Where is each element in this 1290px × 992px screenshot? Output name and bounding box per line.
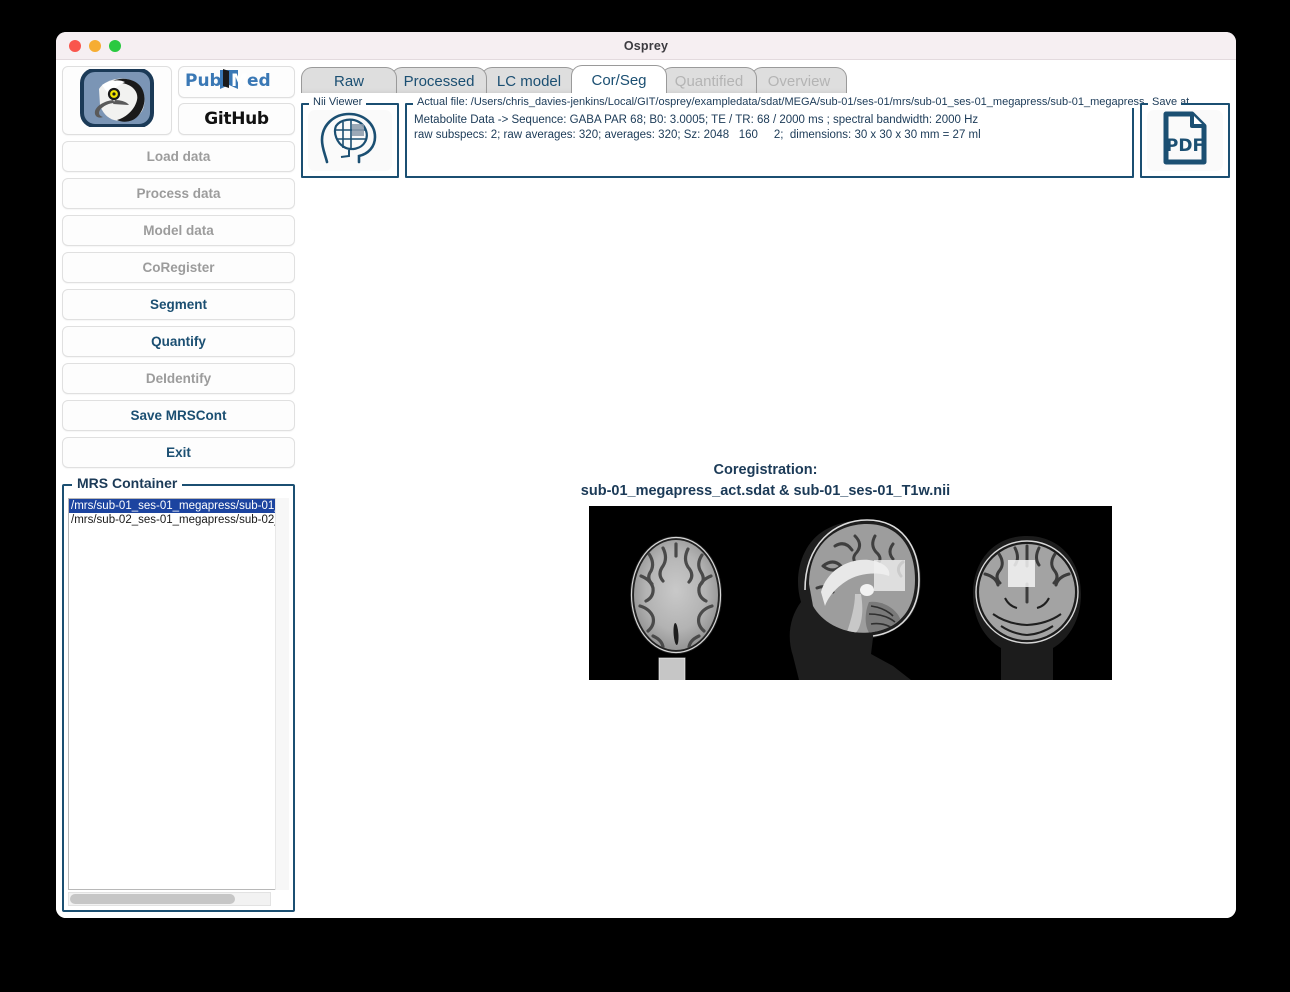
tab-raw[interactable]: Raw <box>301 67 397 94</box>
window-titlebar: Osprey <box>56 32 1236 60</box>
osprey-logo-icon <box>69 68 165 132</box>
coronal-slice-image <box>943 506 1112 680</box>
save-legend: Save <box>1148 96 1182 108</box>
pubmed-logo-icon: Pub M ed <box>185 68 289 97</box>
save-mrscont-button[interactable]: Save MRSCont <box>62 400 295 431</box>
mrs-container-vertical-scrollbar[interactable] <box>275 498 289 890</box>
coregister-button[interactable]: CoRegister <box>62 252 295 283</box>
tab-bar: Raw Processed LC model Cor/Seg Quantifie… <box>301 64 1230 94</box>
svg-text:ed: ed <box>247 71 271 91</box>
zoom-window-button[interactable] <box>109 39 121 52</box>
tab-lc-model[interactable]: LC model <box>481 67 577 94</box>
github-link-button[interactable]: GitHub <box>178 103 295 135</box>
mrs-container-legend: MRS Container <box>72 475 183 491</box>
main-content: Raw Processed LC model Cor/Seg Quantifie… <box>295 60 1236 918</box>
load-data-button[interactable]: Load data <box>62 141 295 172</box>
axial-slice-image <box>589 506 763 680</box>
actual-file-group: Actual file: /Users/chris_davies-jenkins… <box>405 96 1194 178</box>
mrs-container-group: MRS Container /mrs/sub-01_ses-01_megapre… <box>62 475 295 912</box>
save-group: Save PDF <box>1140 96 1230 178</box>
mrs-container-horizontal-scrollbar[interactable] <box>68 892 271 906</box>
nii-viewer-legend: Nii Viewer <box>309 96 367 108</box>
voxel-overlay-coronal <box>1008 560 1035 587</box>
svg-text:M: M <box>231 71 248 91</box>
osprey-app-window: Osprey Pub M ed GitHub Load data Process… <box>56 32 1236 918</box>
list-item[interactable]: /mrs/sub-02_ses-01_megapress/sub-02_me <box>69 513 288 527</box>
actual-file-legend: Actual file: /Users/chris_davies-jenkins… <box>413 96 1194 108</box>
close-window-button[interactable] <box>69 39 81 52</box>
list-item[interactable]: /mrs/sub-01_ses-01_megapress/sub-01_me <box>69 499 288 513</box>
mrs-container-listbox[interactable]: /mrs/sub-01_ses-01_megapress/sub-01_me /… <box>68 498 289 890</box>
file-info-text: Metabolite Data -> Sequence: GABA PAR 68… <box>414 113 1128 143</box>
scrollbar-thumb[interactable] <box>70 894 235 904</box>
tab-overview[interactable]: Overview <box>751 67 847 94</box>
nii-viewer-group: Nii Viewer <box>301 96 399 178</box>
coregistration-image <box>589 506 1112 680</box>
tab-underline <box>301 93 1230 94</box>
minimize-window-button[interactable] <box>89 39 101 52</box>
quantify-button[interactable]: Quantify <box>62 326 295 357</box>
deidentify-button[interactable]: DeIdentify <box>62 363 295 394</box>
brain-head-icon <box>319 110 381 171</box>
tab-processed[interactable]: Processed <box>391 67 487 94</box>
top-panel-row: Nii Viewer Actual file: /Users/chris_dav… <box>301 94 1230 178</box>
tab-quantified[interactable]: Quantified <box>661 67 757 94</box>
segment-button[interactable]: Segment <box>62 289 295 320</box>
coregistration-title-line-2: sub-01_megapress_act.sdat & sub-01_ses-0… <box>580 483 951 499</box>
tab-cor-seg[interactable]: Cor/Seg <box>571 65 667 94</box>
svg-text:PDF: PDF <box>1166 136 1204 156</box>
pubmed-link-button[interactable]: Pub M ed <box>178 66 295 98</box>
nii-viewer-button[interactable] <box>308 110 392 171</box>
window-body: Pub M ed GitHub Load data Process data M… <box>56 60 1236 918</box>
coregistration-title-line-1: Coregistration: <box>713 462 818 478</box>
sidebar-external-links: Pub M ed GitHub <box>178 66 295 135</box>
save-pdf-button[interactable]: PDF <box>1147 110 1223 171</box>
file-info-line-2: raw subspecs: 2; raw averages: 320; aver… <box>414 129 981 141</box>
process-data-button[interactable]: Process data <box>62 178 295 209</box>
traffic-light-group <box>69 39 121 52</box>
exit-button[interactable]: Exit <box>62 437 295 468</box>
sagittal-slice-image <box>763 506 943 680</box>
voxel-overlay-sagittal <box>874 560 905 591</box>
svg-text:Pub: Pub <box>185 71 222 91</box>
pdf-file-icon: PDF <box>1156 109 1214 172</box>
sidebar-logo-row: Pub M ed GitHub <box>62 66 295 135</box>
sidebar: Pub M ed GitHub Load data Process data M… <box>62 66 295 912</box>
voxel-overlay-axial <box>658 657 686 680</box>
github-label: GitHub <box>204 109 269 129</box>
window-title: Osprey <box>623 38 669 53</box>
coregistration-area: Coregistration: sub-01_megapress_act.sda… <box>301 180 1230 912</box>
coregistration-title: Coregistration: sub-01_megapress_act.sda… <box>301 460 1230 502</box>
file-info-line-1: Metabolite Data -> Sequence: GABA PAR 68… <box>414 114 979 126</box>
osprey-logo-button[interactable] <box>62 66 172 135</box>
model-data-button[interactable]: Model data <box>62 215 295 246</box>
